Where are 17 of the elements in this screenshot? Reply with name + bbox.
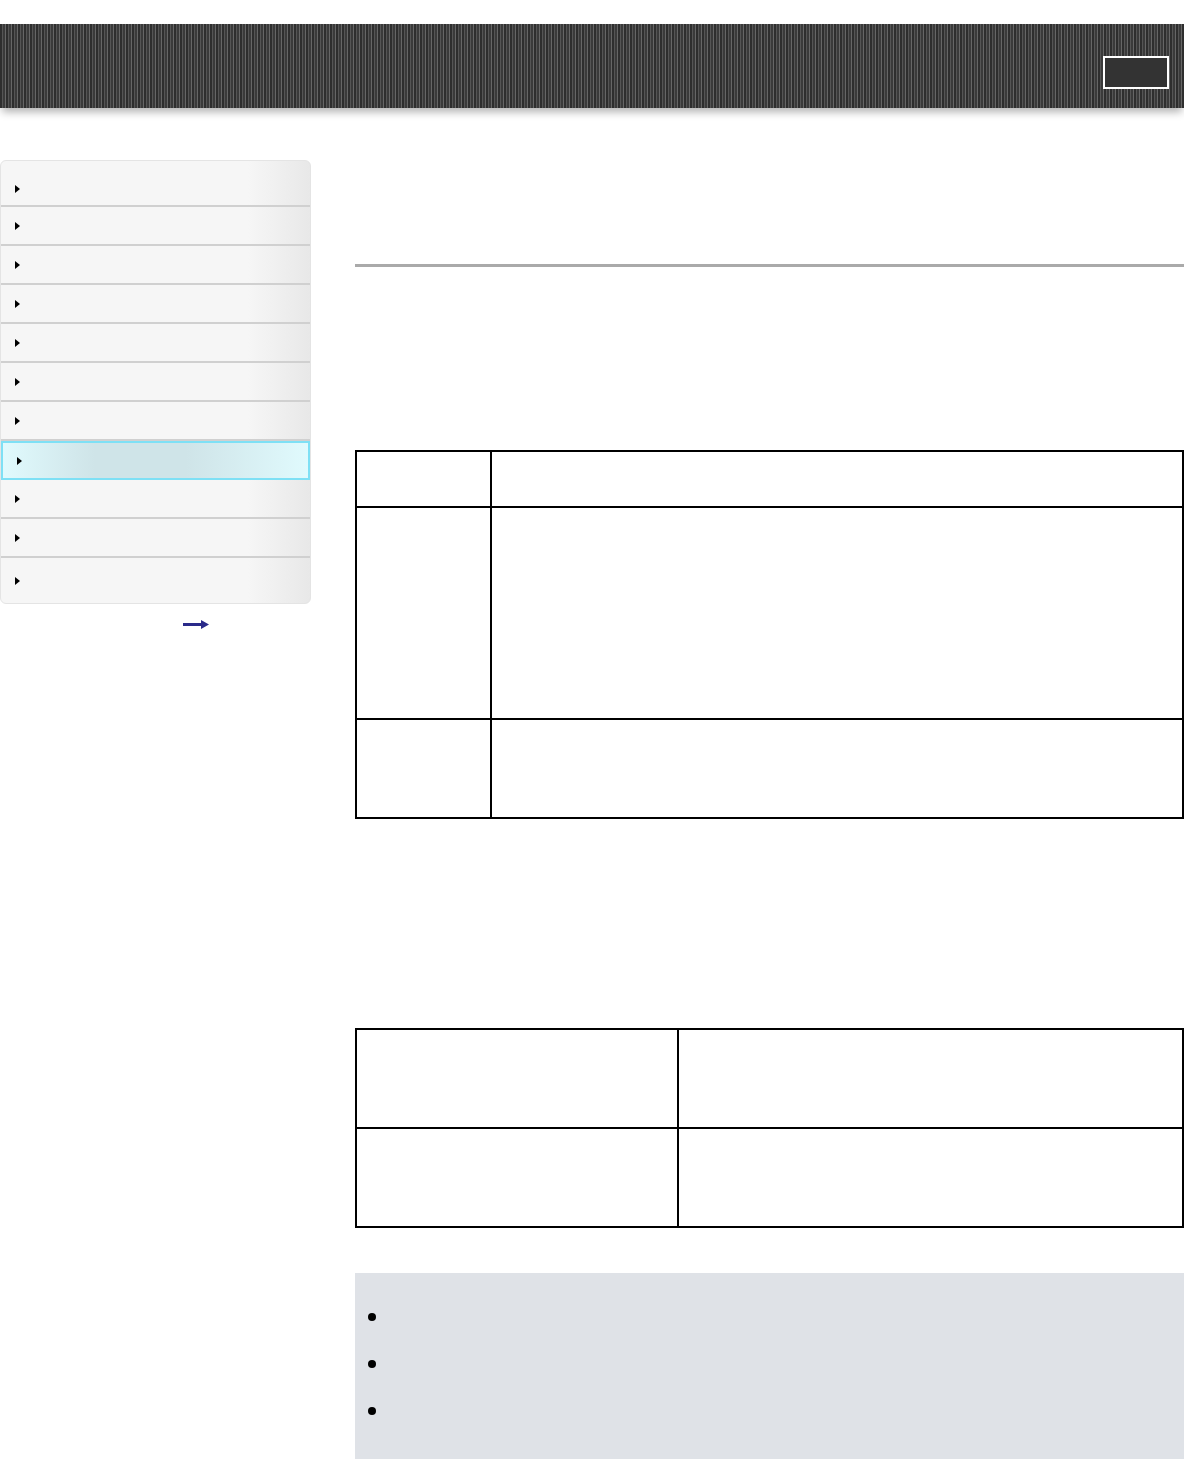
bullet-icon [368,1313,376,1321]
triangle-icon [15,494,20,503]
sidebar-item[interactable] [1,441,310,480]
arrow-icon[interactable] [183,620,209,629]
triangle-icon [15,576,20,585]
triangle-icon [15,221,20,230]
header-button[interactable] [1103,56,1169,89]
bullet-icon [368,1360,376,1368]
bullet-icon [368,1407,376,1415]
triangle-icon [17,456,22,465]
triangle-icon [15,185,20,193]
triangle-icon [15,299,20,308]
triangle-icon [15,533,20,542]
triangle-icon [15,260,20,269]
triangle-icon [15,338,20,347]
triangle-icon [15,416,20,425]
triangle-icon [15,377,20,386]
